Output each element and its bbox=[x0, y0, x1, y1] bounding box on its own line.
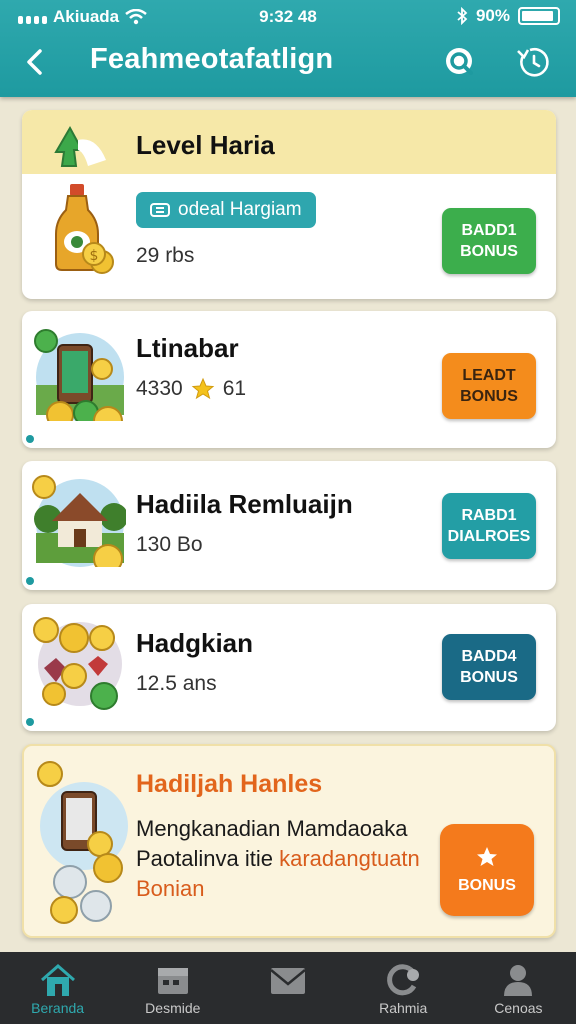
nav-item-desmide[interactable]: Desmide bbox=[115, 952, 230, 1024]
bonus-button-line2: BONUS bbox=[460, 388, 518, 405]
bonus-button-line1: LEADT bbox=[462, 367, 516, 384]
header-nav-row: Feahmeotafatlign bbox=[0, 38, 576, 86]
app-header: Akiuada 9:32 48 90% Feahmeotafatlign bbox=[0, 0, 576, 97]
page-title: Feahmeotafatlign bbox=[90, 43, 334, 75]
promo-bonus-button[interactable]: BONUS bbox=[440, 824, 534, 916]
promo-line-3: Bonian bbox=[136, 876, 205, 901]
promo-title: Hadiljah Hanles bbox=[136, 770, 323, 798]
bottle-coins-icon: $ bbox=[55, 184, 114, 274]
card-title: Hadgkian bbox=[136, 628, 254, 658]
reward-card-4[interactable]: Hadgkian 12.5 ans BADD4 BONUS bbox=[22, 604, 556, 731]
profile-icon bbox=[504, 965, 533, 996]
card-subtitle-row: 4330 61 bbox=[136, 377, 246, 401]
nav-item-rahmia[interactable]: Rahmia bbox=[346, 952, 461, 1024]
tag-pill: odeal Hargiam bbox=[136, 192, 316, 228]
nav-label-desmide: Desmide bbox=[145, 1000, 201, 1016]
card-title: Ltinabar bbox=[136, 333, 239, 363]
bonus-button-line2: BONUS bbox=[460, 243, 518, 260]
card-title: Level Haria bbox=[136, 130, 275, 160]
phone-coins-icon bbox=[34, 329, 124, 421]
reward-card-2[interactable]: Ltinabar 4330 61 LEADT BONUS bbox=[22, 311, 556, 448]
bottom-nav: Beranda Desmide Rahmia Cenoas bbox=[0, 952, 576, 1024]
status-bar: Akiuada 9:32 48 90% bbox=[0, 0, 576, 34]
nav-item-cenoas[interactable]: Cenoas bbox=[461, 952, 576, 1024]
nav-item-home[interactable]: Beranda bbox=[0, 952, 115, 1024]
bonus-button-line2: DIALROES bbox=[447, 528, 531, 545]
promo-line-2-text: Paotalinva itie bbox=[136, 846, 273, 871]
bonus-button-line1: BADD1 bbox=[461, 222, 517, 239]
bonus-button-line2: BONUS bbox=[460, 669, 518, 686]
house-icon bbox=[32, 475, 126, 567]
coins-gems-icon bbox=[33, 617, 122, 710]
indicator-dot bbox=[26, 577, 34, 585]
promo-line-2-highlight: karadangtuatn bbox=[279, 846, 420, 871]
bonus-button-line1: BADD4 bbox=[461, 648, 517, 665]
phone-coins-promo-icon bbox=[37, 761, 128, 924]
timer-icon bbox=[517, 47, 549, 77]
nav-label-rahmia: Rahmia bbox=[379, 1000, 428, 1016]
star-icon bbox=[191, 377, 215, 400]
bonus-button-line1: RABD1 bbox=[461, 507, 517, 524]
arrow-up-icon bbox=[54, 125, 106, 167]
bonus-button[interactable]: LEADT BONUS bbox=[442, 353, 536, 419]
promo-card[interactable]: Hadiljah Hanles Mengkanadian Mamdaoaka P… bbox=[22, 744, 556, 938]
bluetooth-icon bbox=[457, 7, 468, 25]
search-button[interactable] bbox=[440, 42, 480, 82]
search-icon bbox=[446, 48, 473, 75]
timer-button[interactable] bbox=[514, 42, 554, 82]
nav-label-cenoas: Cenoas bbox=[494, 1000, 543, 1016]
nav-label-home: Beranda bbox=[31, 1000, 85, 1016]
promo-line-2: Paotalinva itie karadangtuatn bbox=[136, 846, 420, 872]
card-subtitle-value: 4330 bbox=[136, 377, 183, 400]
indicator-dot bbox=[26, 435, 34, 443]
reward-card-1[interactable]: Level Haria $ odeal Hargiam 29 rbs BADD1… bbox=[22, 110, 556, 299]
bonus-button[interactable]: RABD1 DIALROES bbox=[442, 493, 536, 559]
promo-bonus-label: BONUS bbox=[458, 876, 516, 894]
svg-text:$: $ bbox=[90, 248, 99, 264]
tag-label: odeal Hargiam bbox=[178, 199, 302, 220]
card-subtitle-extra: 61 bbox=[222, 377, 247, 400]
nav-item-mail[interactable] bbox=[230, 952, 345, 1024]
card-subtitle: 29 rbs bbox=[136, 244, 195, 267]
indicator-dot bbox=[26, 718, 34, 726]
card-subtitle: 130 Bo bbox=[136, 533, 203, 556]
reward-card-3[interactable]: Hadiila Remluaijn 130 Bo RABD1 DIALROES bbox=[22, 461, 556, 590]
card-title: Hadiila Remluaijn bbox=[136, 489, 353, 519]
ticket-icon bbox=[150, 203, 170, 217]
back-button[interactable] bbox=[18, 44, 54, 80]
promo-line-1: Mengkanadian Mamdaoaka bbox=[136, 816, 408, 841]
card-subtitle: 12.5 ans bbox=[136, 672, 217, 695]
calendar-icon bbox=[157, 968, 188, 994]
status-right: 90% bbox=[456, 6, 560, 26]
battery-icon bbox=[518, 7, 560, 25]
battery-label: 90% bbox=[475, 6, 510, 25]
star-icon bbox=[477, 846, 497, 866]
mail-icon bbox=[270, 968, 306, 994]
bonus-button[interactable]: BADD1 BONUS bbox=[442, 208, 536, 274]
back-arrow-icon bbox=[27, 49, 42, 75]
bonus-button[interactable]: BADD4 BONUS bbox=[442, 634, 536, 700]
home-icon bbox=[40, 964, 75, 996]
refresh-icon bbox=[387, 964, 420, 996]
